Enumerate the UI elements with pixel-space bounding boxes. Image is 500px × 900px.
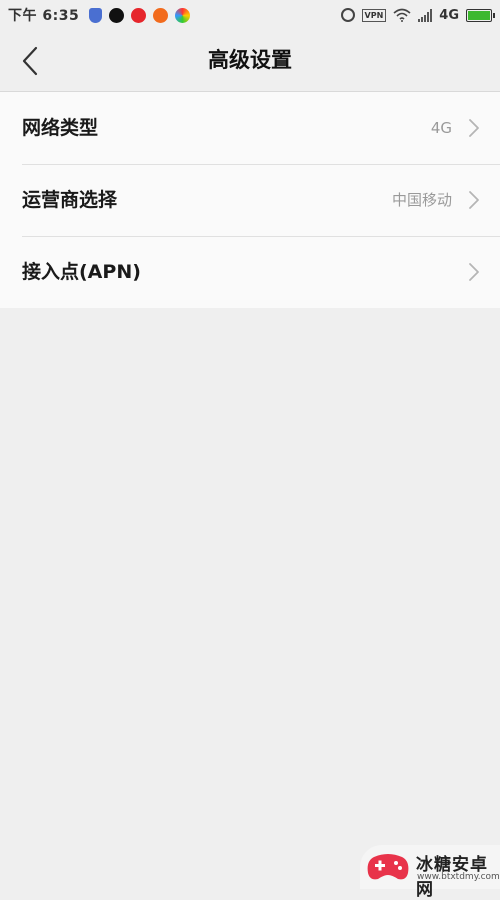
color-app-icon — [175, 7, 191, 23]
chevron-right-icon — [469, 263, 479, 281]
status-bar-left: 下午 6:35 — [8, 5, 191, 25]
orange-app-icon — [153, 7, 169, 23]
setting-value: 4G — [430, 119, 452, 137]
page-title: 高级设置 — [208, 48, 292, 72]
signal-icon — [418, 8, 433, 22]
alarm-icon — [340, 8, 355, 22]
header: 高级设置 — [0, 30, 500, 92]
setting-apn[interactable]: 接入点(APN) — [0, 236, 500, 308]
setting-label: 接入点(APN) — [22, 261, 141, 283]
weibo-icon — [131, 7, 147, 23]
status-bar-right: VPN 4G — [340, 7, 495, 23]
setting-label: 运营商选择 — [22, 189, 118, 211]
status-time: 下午 6:35 — [8, 8, 80, 24]
setting-value: 中国移动 — [391, 191, 452, 209]
watermark: 冰糖安卓网 www.btxtdmy.com — [360, 839, 500, 900]
chevron-right-icon — [469, 119, 479, 137]
battery-icon — [466, 8, 495, 22]
setting-network-type[interactable]: 网络类型 4G — [0, 92, 500, 164]
network-type-label: 4G — [439, 7, 459, 23]
qq-icon — [109, 7, 125, 23]
setting-label: 网络类型 — [22, 117, 99, 139]
shield-icon — [89, 7, 103, 23]
watermark-url: www.btxtdmy.com — [417, 872, 500, 882]
vpn-badge: VPN — [361, 8, 387, 22]
chevron-right-icon — [469, 191, 479, 209]
setting-carrier-selection[interactable]: 运营商选择 中国移动 — [0, 164, 500, 236]
settings-list: 网络类型 4G 运营商选择 中国移动 接入点(APN) — [0, 92, 500, 308]
wifi-icon — [393, 8, 411, 22]
game-controller-logo-icon — [367, 854, 409, 880]
status-bar: 下午 6:35 VPN 4G — [0, 0, 500, 30]
